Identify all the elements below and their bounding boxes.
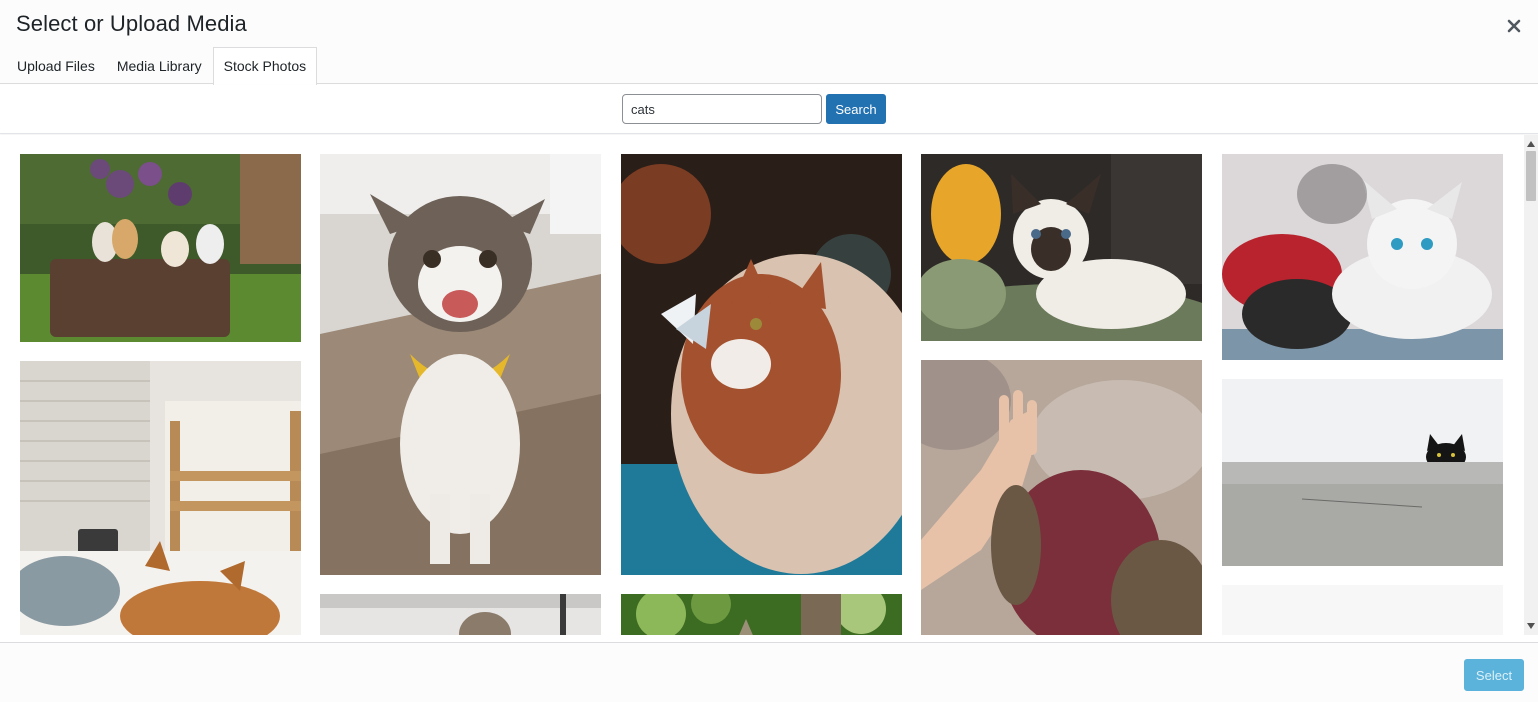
search-button[interactable]: Search <box>826 94 886 124</box>
chevron-down-icon <box>1527 623 1535 629</box>
scroll-up-button[interactable] <box>1524 137 1538 151</box>
search-input[interactable] <box>622 94 822 124</box>
close-icon <box>1507 19 1521 33</box>
photo-image <box>1222 154 1503 360</box>
photo-image <box>320 154 601 575</box>
media-tabs: Upload Files Media Library Stock Photos <box>0 47 318 85</box>
tab-media-library[interactable]: Media Library <box>106 47 213 84</box>
scrollbar-thumb[interactable] <box>1526 151 1536 201</box>
stock-photo-search-bar: Search <box>0 85 1538 134</box>
modal-title: Select or Upload Media <box>16 11 247 36</box>
modal-footer: Select <box>0 642 1538 702</box>
photo-image <box>921 154 1202 341</box>
photo-image <box>20 361 301 635</box>
photo-image <box>921 360 1202 635</box>
photo-cat-partial[interactable] <box>320 594 601 635</box>
photo-image <box>621 154 902 575</box>
photo-cat-greenery[interactable] <box>621 594 902 635</box>
photo-image <box>20 154 301 342</box>
chevron-up-icon <box>1527 141 1535 147</box>
photo-image <box>1222 585 1503 635</box>
photo-two-kittens[interactable] <box>1222 154 1503 360</box>
photo-grid <box>0 135 1524 635</box>
media-modal: Select or Upload Media Upload Files Medi… <box>0 0 1538 702</box>
tab-stock-photos[interactable]: Stock Photos <box>212 47 318 85</box>
photo-smiling-cat-bandana[interactable] <box>320 154 601 575</box>
photo-high-five[interactable] <box>921 360 1202 635</box>
close-button[interactable] <box>1500 12 1528 40</box>
scroll-down-button[interactable] <box>1524 619 1538 633</box>
photo-image <box>621 594 902 635</box>
photo-black-cat-wall[interactable] <box>1222 379 1503 566</box>
grid-scrollbar[interactable] <box>1524 135 1538 635</box>
photo-image <box>320 594 601 635</box>
photo-cat-butterfly[interactable] <box>621 154 902 575</box>
modal-header: Select or Upload Media Upload Files Medi… <box>0 0 1538 85</box>
photo-kittens-basket[interactable] <box>20 154 301 342</box>
photo-siamese-kitten[interactable] <box>921 154 1202 341</box>
photo-cat-sleeping-window[interactable] <box>20 361 301 635</box>
photo-image <box>1222 379 1503 566</box>
photo-blank-partial[interactable] <box>1222 585 1503 635</box>
select-button[interactable]: Select <box>1464 659 1524 691</box>
tab-upload-files[interactable]: Upload Files <box>0 47 106 84</box>
